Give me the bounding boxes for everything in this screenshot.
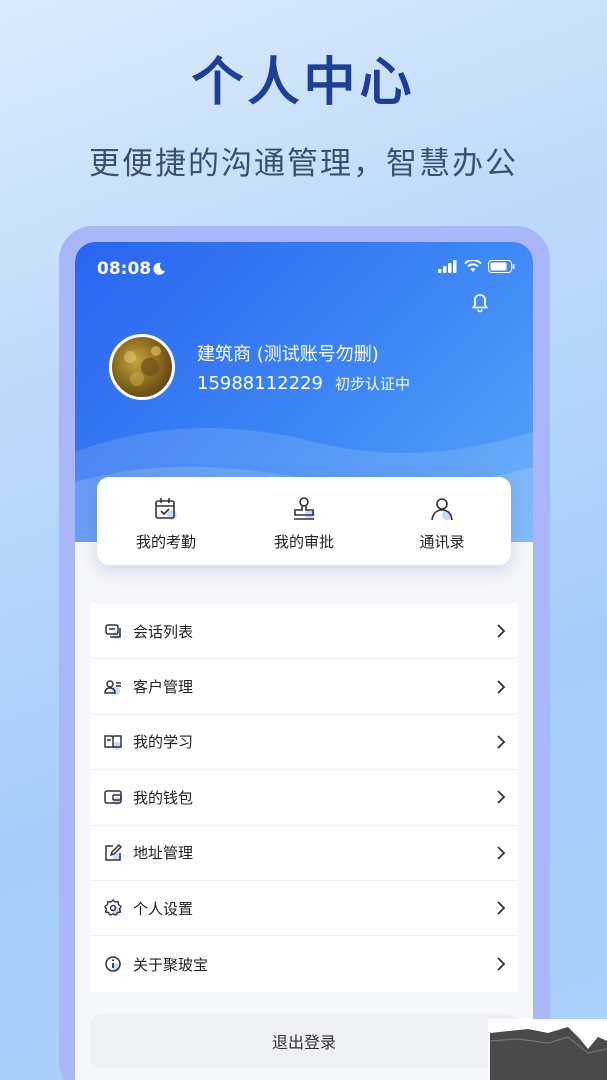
- menu-item-address-management[interactable]: 地址管理: [91, 826, 517, 881]
- avatar-image: [124, 346, 161, 386]
- quick-action-label: 我的考勤: [135, 533, 196, 551]
- quick-action-label: 我的审批: [273, 533, 334, 551]
- info-icon: [105, 956, 121, 972]
- status-time: 08:08: [97, 259, 152, 279]
- quick-action-contacts[interactable]: 通讯录: [373, 477, 511, 565]
- quick-action-approval[interactable]: 我的审批: [235, 477, 373, 565]
- signal-icon: [438, 260, 457, 273]
- menu-item-label: 我的钱包: [133, 788, 194, 807]
- book-icon: [104, 735, 122, 750]
- corner-thumbnail: [488, 1019, 607, 1080]
- edit-address-icon: [105, 843, 123, 861]
- chevron-right-icon: [497, 957, 506, 971]
- menu-item-my-learning[interactable]: 我的学习: [91, 715, 517, 771]
- menu-item-label: 我的学习: [133, 733, 194, 752]
- logout-button[interactable]: 退出登录: [91, 1014, 517, 1068]
- quick-action-label: 通讯录: [419, 533, 465, 551]
- chevron-right-icon: [497, 846, 506, 860]
- system-icons: [438, 260, 515, 273]
- promo-subtitle: 更便捷的沟通管理，智慧办公: [89, 146, 518, 182]
- quick-action-attendance[interactable]: 我的考勤: [97, 477, 235, 565]
- menu-item-label: 地址管理: [133, 844, 194, 863]
- settings-icon: [104, 899, 122, 916]
- menu-item-label: 关于聚玻宝: [133, 955, 209, 974]
- chevron-right-icon: [497, 735, 506, 749]
- promo-title: 个人中心: [191, 53, 416, 113]
- battery-icon: [488, 260, 515, 273]
- menu-item-chat-list[interactable]: 会话列表: [91, 604, 517, 660]
- certification-status: 初步认证中: [334, 375, 410, 393]
- chevron-right-icon: [497, 790, 506, 804]
- moon-icon: [153, 262, 165, 275]
- menu-item-personal-settings[interactable]: 个人设置: [91, 881, 517, 937]
- menu-list: 会话列表 客户管理 我的学习 我的钱包 地址管理 个人设置 关于聚玻宝: [91, 604, 517, 992]
- thumbnail-image: [488, 1019, 607, 1080]
- wallet-icon: [104, 790, 122, 806]
- menu-item-label: 会话列表: [133, 622, 194, 641]
- chevron-right-icon: [497, 624, 506, 638]
- menu-item-my-wallet[interactable]: 我的钱包: [91, 770, 517, 826]
- quick-actions-card: 我的考勤 我的审批 通讯录: [97, 477, 511, 565]
- menu-item-customer-management[interactable]: 客户管理: [91, 659, 517, 715]
- phone-screen: 08:08 建筑商 (测试账号勿删) 15988112229 初步认证中 我的考…: [75, 242, 533, 1080]
- calendar-check-icon: [155, 498, 177, 520]
- avatar[interactable]: [109, 334, 175, 400]
- contacts-icon: [431, 498, 453, 521]
- profile-info-row: 15988112229 初步认证中: [197, 373, 410, 394]
- profile-phone: 15988112229: [197, 373, 323, 394]
- notification-bell-icon[interactable]: [469, 292, 491, 314]
- chat-icon: [105, 624, 121, 640]
- chevron-right-icon: [497, 901, 506, 915]
- wifi-icon: [464, 260, 482, 272]
- profile-name: 建筑商 (测试账号勿删): [197, 344, 379, 365]
- menu-item-about[interactable]: 关于聚玻宝: [91, 936, 517, 991]
- menu-item-label: 客户管理: [133, 678, 194, 697]
- stamp-icon: [294, 497, 315, 520]
- menu-item-label: 个人设置: [133, 899, 194, 918]
- customer-icon: [104, 679, 121, 695]
- chevron-right-icon: [497, 679, 506, 694]
- status-bar: 08:08: [75, 242, 533, 296]
